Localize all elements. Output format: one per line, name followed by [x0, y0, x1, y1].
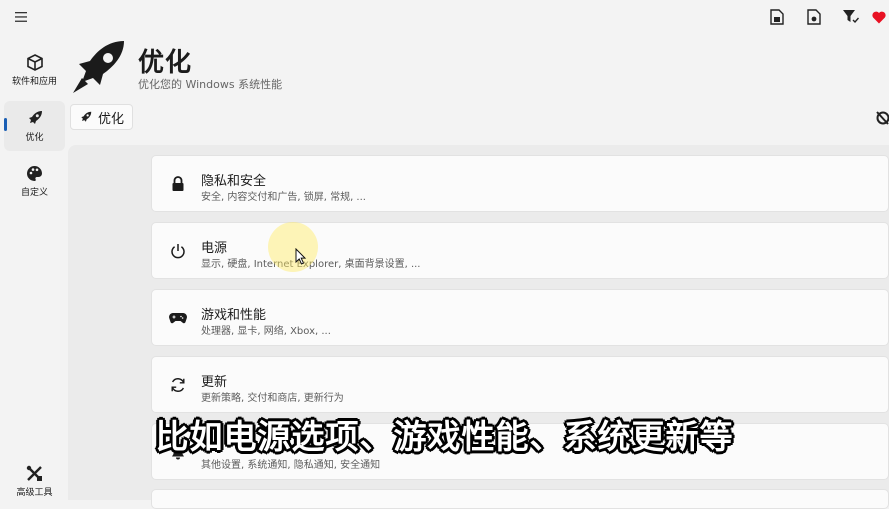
eye-off-icon — [876, 111, 889, 125]
nav-item-advanced[interactable]: 高级工具 — [4, 458, 65, 500]
breadcrumb-optimize[interactable]: 优化 — [70, 104, 134, 130]
nav-item-apps[interactable]: 软件和应用 — [4, 48, 65, 92]
card-privacy-security[interactable]: 隐私和安全 安全, 内容交付和广告, 锁屏, 常规, ... — [151, 155, 889, 212]
package-icon — [26, 54, 43, 71]
card-title: 电源 — [201, 241, 228, 256]
import-file-icon — [769, 9, 784, 25]
card-gaming-performance[interactable]: 游戏和性能 处理器, 显卡, 网络, Xbox, ... — [151, 289, 889, 346]
tools-icon — [26, 465, 42, 481]
card-update[interactable]: 更新 更新策略, 交付和商店, 更新行为 — [151, 356, 889, 413]
mouse-highlight — [268, 222, 318, 272]
nav-item-customize[interactable]: 自定义 — [4, 160, 65, 204]
nav-item-optimize[interactable]: 优化 — [4, 101, 65, 151]
nav-item-customize-label: 自定义 — [20, 188, 48, 198]
import-config-button[interactable] — [758, 6, 795, 28]
card-description: 更新策略, 交付和商店, 更新行为 — [201, 393, 344, 404]
file-settings-icon — [806, 9, 821, 25]
page-title: 优化 — [138, 48, 193, 78]
sync-icon — [168, 375, 188, 395]
nav-item-advanced-label: 高级工具 — [16, 488, 53, 498]
visibility-toggle-button[interactable] — [876, 110, 889, 129]
card-title: 更新 — [201, 375, 228, 390]
card-title: 隐私和安全 — [201, 174, 267, 189]
rocket-icon — [81, 111, 92, 122]
palette-icon — [27, 166, 42, 181]
power-icon — [168, 241, 188, 261]
card-title: 游戏和性能 — [201, 308, 267, 323]
page-header-icon — [70, 38, 128, 100]
rocket-large-icon — [73, 41, 124, 93]
nav-item-optimize-label: 优化 — [25, 133, 44, 143]
video-caption: 比如电源选项、游戏性能、系统更新等 — [155, 417, 734, 456]
card-description: 其他设置, 系统通知, 隐私通知, 安全通知 — [201, 460, 381, 471]
rocket-icon — [29, 111, 42, 124]
card-power[interactable]: 电源 显示, 硬盘, Internet Explorer, 桌面背景设置, ..… — [151, 222, 889, 279]
top-toolbar — [758, 6, 889, 28]
page-subtitle: 优化您的 Windows 系统性能 — [138, 78, 283, 91]
heart-icon — [872, 11, 886, 23]
export-config-button[interactable] — [795, 6, 832, 28]
breadcrumb-label: 优化 — [98, 111, 125, 127]
gamepad-icon — [168, 308, 188, 328]
donate-button[interactable] — [869, 6, 889, 28]
nav-selection-indicator — [4, 118, 7, 131]
card-description: 安全, 内容交付和广告, 锁屏, 常规, ... — [201, 192, 366, 203]
nav-item-apps-label: 软件和应用 — [11, 77, 57, 87]
card-description: 处理器, 显卡, 网络, Xbox, ... — [201, 326, 331, 337]
lock-icon — [168, 174, 188, 194]
card-next[interactable] — [151, 489, 889, 509]
filter-button[interactable] — [832, 6, 869, 28]
hamburger-icon — [15, 12, 27, 22]
mouse-cursor-icon — [295, 248, 307, 265]
filter-icon — [842, 10, 859, 24]
menu-button[interactable] — [10, 6, 32, 28]
